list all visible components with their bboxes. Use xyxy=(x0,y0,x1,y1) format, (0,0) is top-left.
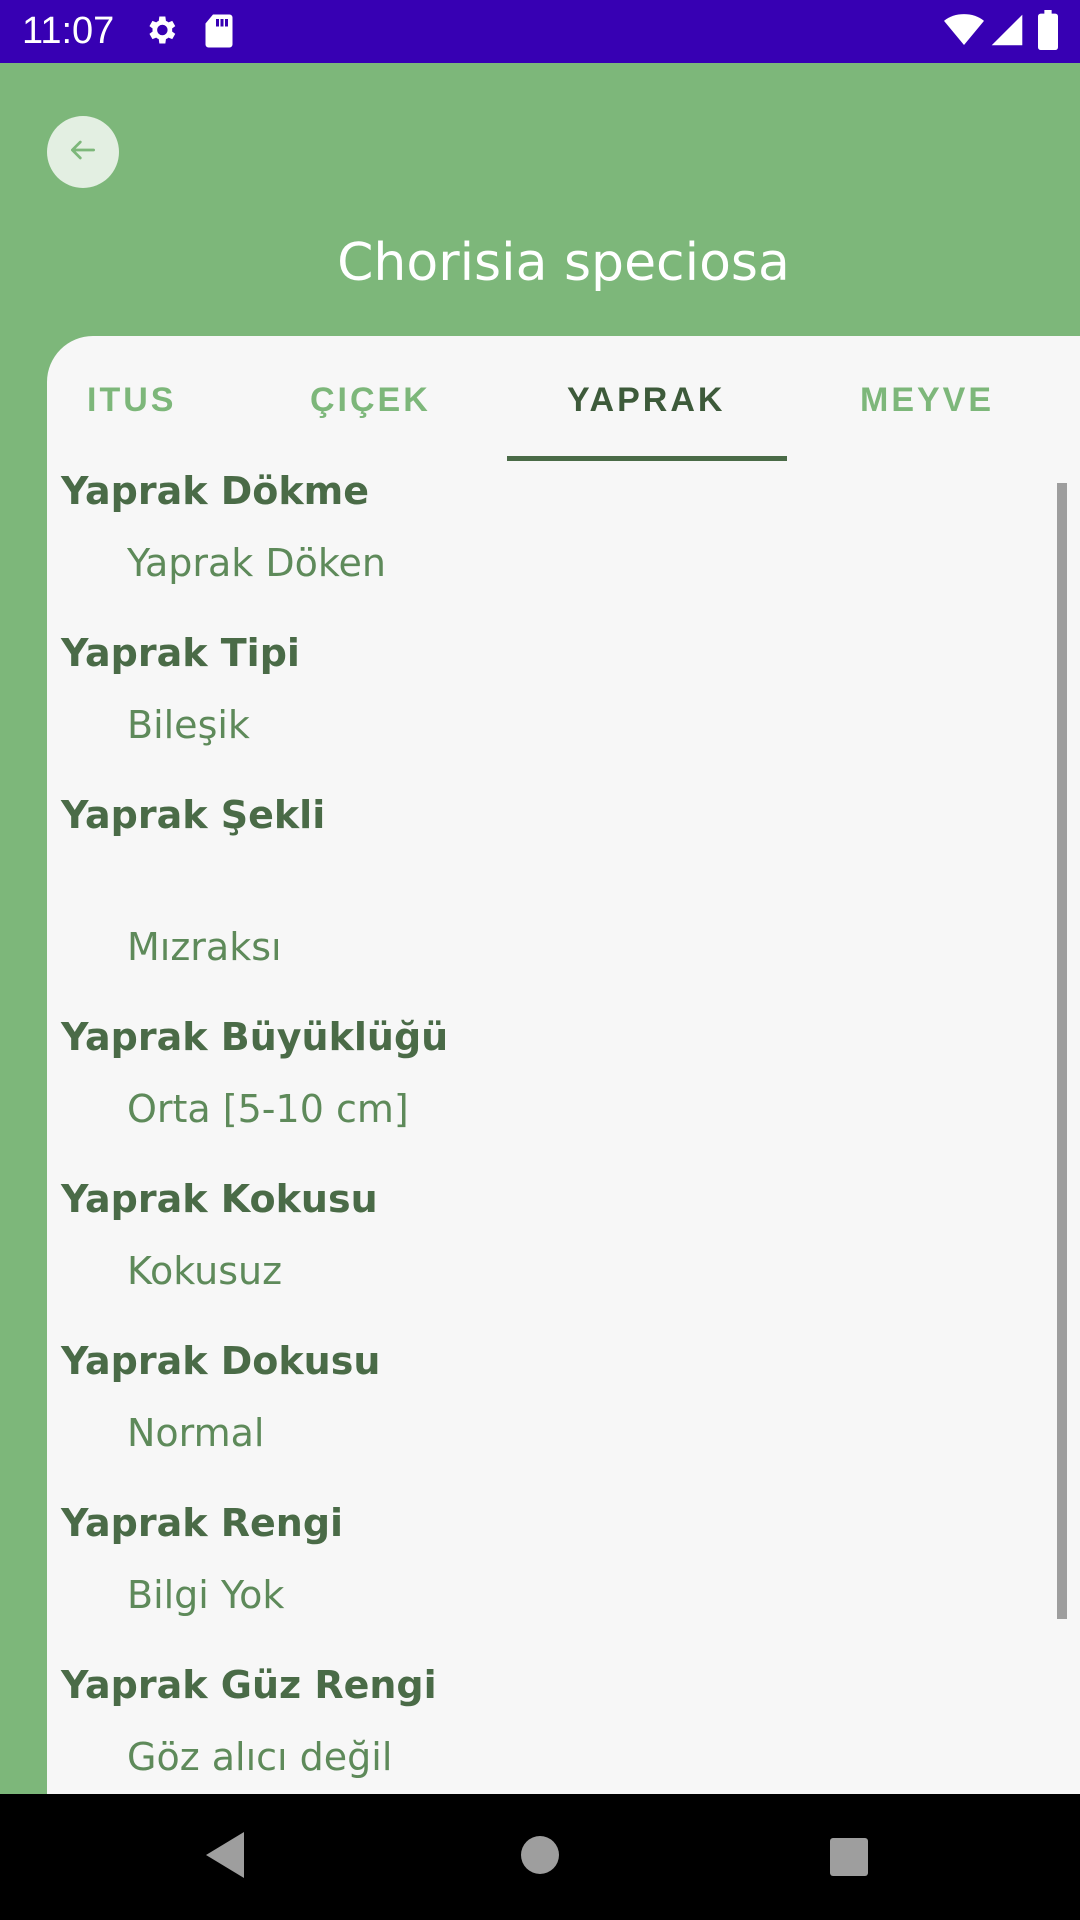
wifi-icon xyxy=(944,12,984,52)
detail-value-yaprak-sekli: Mızraksı xyxy=(127,925,282,969)
active-tab-indicator xyxy=(507,456,787,461)
detail-value-yaprak-kokusu: Kokusuz xyxy=(127,1249,283,1293)
gear-icon xyxy=(143,12,179,52)
detail-value-yaprak-dokme: Yaprak Döken xyxy=(127,541,387,585)
status-bar: 11:07 xyxy=(0,0,1080,63)
tab-itus[interactable]: ITUS xyxy=(87,336,176,464)
detail-label-yaprak-rengi: Yaprak Rengi xyxy=(61,1501,344,1545)
detail-label-yaprak-sekli: Yaprak Şekli xyxy=(61,793,326,837)
back-triangle-icon[interactable] xyxy=(200,1822,248,1892)
detail-value-yaprak-dokusu: Normal xyxy=(127,1411,265,1455)
tab-meyve[interactable]: MEYVE xyxy=(860,336,994,464)
tab-bar: ITUS ÇIÇEK YAPRAK MEYVE xyxy=(47,336,1080,464)
detail-label-yaprak-dokusu: Yaprak Dokusu xyxy=(61,1339,381,1383)
scrollbar[interactable] xyxy=(1057,483,1067,1619)
detail-label-yaprak-guz-rengi: Yaprak Güz Rengi xyxy=(61,1663,437,1707)
status-time: 11:07 xyxy=(22,10,115,52)
detail-value-yaprak-rengi: Bilgi Yok xyxy=(127,1573,285,1617)
tab-yaprak[interactable]: YAPRAK xyxy=(567,336,725,464)
signal-icon xyxy=(990,12,1024,52)
detail-label-yaprak-kokusu: Yaprak Kokusu xyxy=(61,1177,378,1221)
detail-label-yaprak-tipi: Yaprak Tipi xyxy=(61,631,300,675)
details-card: ITUS ÇIÇEK YAPRAK MEYVE Yaprak Dökme Yap… xyxy=(47,336,1080,1794)
recents-square-icon[interactable] xyxy=(826,1834,872,1884)
system-nav-bar xyxy=(0,1794,1080,1920)
arrow-left-icon xyxy=(67,134,99,170)
sd-card-icon xyxy=(204,12,234,54)
back-button[interactable] xyxy=(47,116,119,188)
detail-value-yaprak-tipi: Bileşik xyxy=(127,703,250,747)
detail-label-yaprak-dokme: Yaprak Dökme xyxy=(61,469,370,513)
tab-cicek[interactable]: ÇIÇEK xyxy=(310,336,431,464)
home-circle-icon[interactable] xyxy=(515,1830,565,1884)
detail-value-yaprak-guz-rengi: Göz alıcı değil xyxy=(127,1735,393,1779)
page-title: Chorisia speciosa xyxy=(337,233,790,293)
battery-icon xyxy=(1037,10,1059,54)
detail-label-yaprak-buyuklugu: Yaprak Büyüklüğü xyxy=(61,1015,449,1059)
detail-value-yaprak-buyuklugu: Orta [5-10 cm] xyxy=(127,1087,409,1131)
